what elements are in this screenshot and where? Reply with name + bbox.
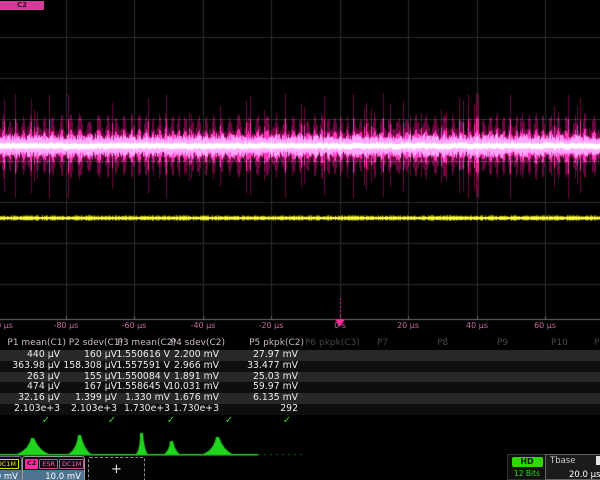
- axis-tick-label-6: 20 µs: [397, 321, 419, 330]
- param-header-unused-6[interactable]: P6 pkpk(C3): [305, 338, 360, 348]
- param-header-p3[interactable]: P3 mean(C2): [117, 338, 176, 348]
- channel-descriptor-c2[interactable]: C2 ESR DC1M 10.0 mV: [22, 456, 85, 480]
- stat-cell-r1-p1: 363.98 µV: [12, 361, 60, 372]
- stat-cell-r5-p1: 2.103e+3: [14, 404, 60, 415]
- axis-tick-label-3: -40 µs: [191, 321, 216, 330]
- axis-tick-label-7: 40 µs: [466, 321, 488, 330]
- param-header-p1[interactable]: P1 mean(C1): [7, 338, 66, 348]
- param-header-unused-10[interactable]: P10: [551, 338, 568, 348]
- status-check-p4: ✓: [225, 415, 233, 427]
- waveform-graticule: [0, 0, 600, 334]
- param-header-p5[interactable]: P5 pkpk(C2): [249, 338, 304, 348]
- status-check-p2: ✓: [108, 415, 116, 427]
- param-header-unused-11[interactable]: P11: [594, 338, 600, 348]
- stat-row-5: 2.103e+3 2.103e+3 1.730e+31.730e+3 292: [0, 404, 600, 415]
- oscilloscope-screen: C2 -100 µs -80 µs -60 µs -40 µs -20 µs 0 s 20 …: [0, 0, 600, 480]
- stat-cell-r5-p5: 292: [280, 404, 298, 415]
- stat-cell-r1-p5: 33.477 mV: [247, 361, 298, 372]
- status-check-p3: ✓: [167, 415, 175, 427]
- c2-channel-badge: C2: [25, 459, 38, 469]
- hd-mode-badge: HD: [512, 457, 543, 467]
- channel-descriptor-c1[interactable]: DC1M 10.0 mV: [0, 456, 22, 480]
- c1-coupling-badge: DC1M: [0, 459, 19, 469]
- stat-cell-r5-p3: 1.730e+3: [124, 404, 170, 415]
- measurement-table: P1 mean(C1)P2 sdev(C1)P3 mean(C2)P4 sdev…: [0, 336, 600, 428]
- c2-esr-badge: ESR: [39, 459, 58, 469]
- param-header-unused-9[interactable]: P9: [497, 338, 508, 348]
- timebase-delay-chip: [596, 456, 600, 465]
- c1-vertical-scale: 10.0 mV: [0, 470, 21, 480]
- bit-depth-label: 12 Bits: [508, 469, 546, 478]
- param-header-p4[interactable]: P4 sdev(C2): [171, 338, 225, 348]
- timebase-scale-value: 20.0 µs: [569, 470, 600, 480]
- stat-cell-r1-p3: 1.557591 V: [116, 361, 170, 372]
- trace-annotation-badge[interactable]: C2: [0, 1, 44, 10]
- axis-tick-label-8: 60 µs: [534, 321, 556, 330]
- param-header-unused-7[interactable]: P7: [377, 338, 388, 348]
- stat-cell-r5-p2: 2.103e+3: [71, 404, 117, 415]
- timebase-descriptor[interactable]: Tbase 20.0 µs: [545, 454, 600, 480]
- axis-tick-label-5: 0 s: [334, 321, 346, 330]
- status-check-p5: ✓: [283, 415, 291, 427]
- stat-cell-r1-p4: 2.966 mV: [174, 361, 219, 372]
- status-check-p1: ✓: [42, 415, 50, 427]
- status-row: ✓ ✓ ✓ ✓ ✓: [0, 415, 600, 428]
- axis-tick-label-2: -60 µs: [122, 321, 147, 330]
- acquisition-box[interactable]: HD 12 Bits: [507, 454, 547, 480]
- c2-coupling-badge: DC1M: [59, 459, 84, 469]
- axis-tick-label-0: -100 µs: [0, 321, 13, 330]
- add-trace-button[interactable]: +: [88, 457, 145, 480]
- param-header-p2[interactable]: P2 sdev(C1): [69, 338, 123, 348]
- c2-vertical-scale: 10.0 mV: [23, 470, 84, 480]
- param-header-unused-8[interactable]: P8: [437, 338, 448, 348]
- axis-tick-label-4: -20 µs: [259, 321, 284, 330]
- plus-icon: +: [111, 462, 122, 477]
- timebase-label: Tbase: [550, 456, 575, 466]
- axis-tick-label-1: -80 µs: [54, 321, 79, 330]
- stat-row-1: 363.98 µV158.308 µV1.557591 V 2.966 mV 33.…: [0, 361, 600, 372]
- stat-cell-r1-p2: 158.308 µV: [63, 361, 117, 372]
- stat-cell-r5-p4: 1.730e+3: [173, 404, 219, 415]
- measure-header-row: P1 mean(C1)P2 sdev(C1)P3 mean(C2)P4 sdev…: [0, 336, 600, 350]
